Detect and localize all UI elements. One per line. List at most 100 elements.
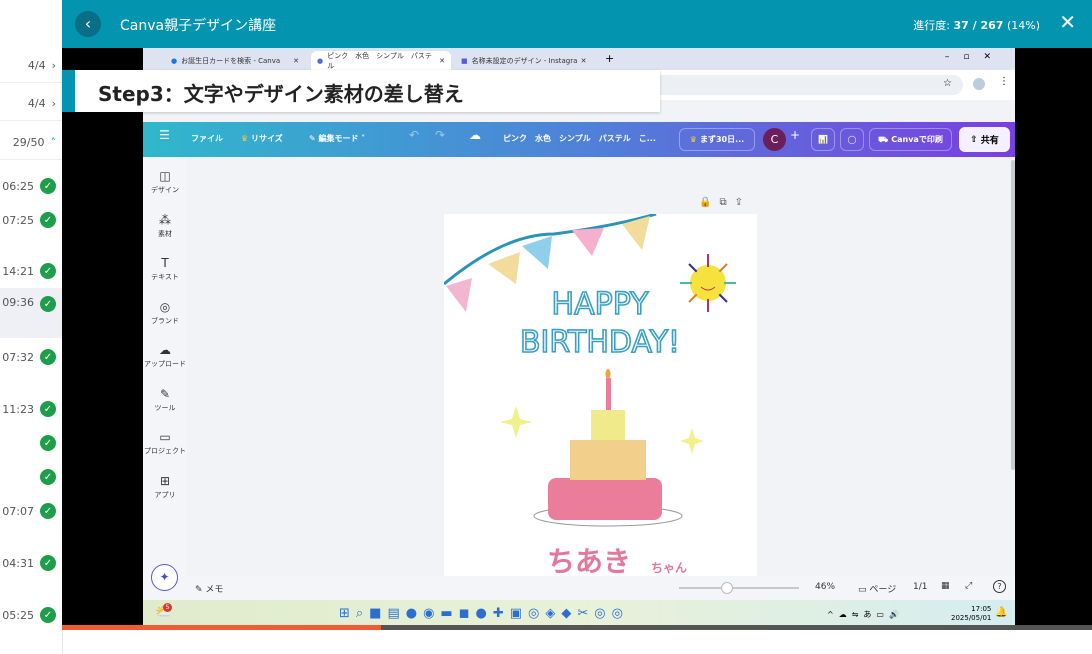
truck-icon: ⛟ xyxy=(878,134,889,144)
check-icon: ✓ xyxy=(40,296,56,312)
card-name: ちあき xyxy=(547,545,631,576)
panel-label: 素材 xyxy=(158,229,172,238)
help-icon[interactable]: ? xyxy=(993,580,1006,593)
zoom-level[interactable]: 46% xyxy=(815,582,835,592)
panel-label: プロジェクト xyxy=(144,447,186,455)
lesson-row[interactable]: ✓ xyxy=(0,426,62,460)
check-icon: ✓ xyxy=(40,212,56,228)
section-row[interactable]: 29/50 ˄ xyxy=(0,126,62,160)
panel-icon: ▭ xyxy=(159,430,171,444)
pennant xyxy=(522,236,552,269)
browser-tabbar: ● お誕生日カードを検索 - Canva ✕ ● ピンク 水色 シンプル パステル ✕ … xyxy=(143,48,1015,70)
browser-tab-active[interactable]: ● ピンク 水色 シンプル パステル ✕ xyxy=(311,51,451,70)
add-collaborator-icon[interactable]: + xyxy=(790,128,800,142)
chevron-right-icon: › xyxy=(51,97,56,110)
lesson-duration: 09:36 xyxy=(2,296,34,309)
profile-avatar[interactable] xyxy=(973,78,985,90)
edit-mode-button[interactable]: ✎ 編集モード ˅ xyxy=(309,133,365,144)
pennant xyxy=(488,252,520,284)
file-menu[interactable]: ファイル xyxy=(191,133,223,144)
system-tray[interactable]: ^☁⇋あ▭🔊 xyxy=(827,609,904,620)
page-count: 1/1 xyxy=(913,582,928,592)
lesson-row[interactable]: 05:25 ✓ xyxy=(0,598,62,632)
zoom-slider[interactable] xyxy=(679,582,799,594)
check-icon: ✓ xyxy=(40,607,56,623)
close-button[interactable]: ✕ xyxy=(1059,10,1076,34)
taskbar-apps[interactable]: ⊞⌕■▤●◉▬◼●✚▣◎◈◆✂◎◎ xyxy=(339,606,629,621)
lesson-duration: 04:31 xyxy=(2,556,34,570)
lesson-row[interactable]: 07:07 ✓ xyxy=(0,494,62,528)
panel-item[interactable]: ☁ アップロード xyxy=(143,343,187,369)
section-count: 4/4 xyxy=(27,97,46,110)
browser-tab[interactable]: ● お誕生日カードを検索 - Canva ✕ xyxy=(165,51,305,70)
panel-label: デザイン xyxy=(151,186,179,194)
sun-icon xyxy=(680,254,736,312)
window-controls[interactable]: –▫✕ xyxy=(945,52,1005,62)
check-icon: ✓ xyxy=(40,555,56,571)
analytics-icon[interactable]: 📊 xyxy=(811,128,835,151)
star-icon[interactable]: ☆ xyxy=(943,78,952,89)
scrollbar[interactable] xyxy=(1011,160,1015,470)
panel-icon: ☁ xyxy=(159,343,171,357)
page-tools[interactable]: 🔒⧉⇪ xyxy=(699,197,751,208)
browser-tab[interactable]: ■ 名称未設定のデザイン - Instagram ✕ xyxy=(455,51,600,70)
design-title[interactable]: ピンク 水色 シンプル パステル こ... xyxy=(503,133,656,144)
panel-item[interactable]: ⊞ アプリ xyxy=(143,474,187,500)
share-button[interactable]: ⇧ 共有 xyxy=(959,127,1010,152)
panel-label: ツール xyxy=(154,403,176,412)
lesson-row[interactable]: ✓ xyxy=(0,460,62,494)
check-icon: ✓ xyxy=(40,263,56,279)
lesson-row[interactable]: 14:21 ✓ xyxy=(0,254,62,288)
panel-item[interactable]: T テキスト xyxy=(143,256,187,282)
trial-button[interactable]: ♛ まず30日... xyxy=(679,128,755,151)
print-button[interactable]: ⛟ Canvaで印刷 xyxy=(869,128,952,151)
lesson-row[interactable]: 06:25 ✓ xyxy=(0,169,62,203)
design-page[interactable]: HAPPY BIRTHDAY! ちあき ちゃん xyxy=(444,214,757,576)
lesson-duration: 06:25 xyxy=(2,179,34,193)
check-icon: ✓ xyxy=(40,469,56,485)
notes-button[interactable]: ✎ メモ xyxy=(195,582,223,595)
lesson-row[interactable]: 07:25 ✓ xyxy=(0,203,62,237)
grid-view-icon[interactable]: ▦ xyxy=(941,581,950,591)
canva-toolbar: ☰ ファイル ♛ リサイズ ✎ 編集モード ˅ ↶ ↷ ☁ ピンク 水色 シンプ… xyxy=(143,122,1015,157)
panel-label: アプリ xyxy=(154,490,176,499)
undo-icon[interactable]: ↶ xyxy=(409,128,419,142)
user-avatar[interactable]: C xyxy=(763,128,786,151)
hamburger-icon[interactable]: ☰ xyxy=(159,128,170,142)
redo-icon[interactable]: ↷ xyxy=(435,128,445,142)
pages-button[interactable]: ▭ ページ xyxy=(858,582,896,595)
check-icon: ✓ xyxy=(40,503,56,519)
lesson-row[interactable]: 04:31 ✓ xyxy=(0,546,62,580)
panel-item[interactable]: ⁂ 素材 xyxy=(143,213,187,239)
chevron-right-icon: › xyxy=(51,59,56,72)
lesson-duration: 11:23 xyxy=(2,402,34,416)
menu-icon[interactable]: ⋮ xyxy=(999,76,1009,87)
lesson-duration: 07:32 xyxy=(2,350,34,364)
resize-button[interactable]: ♛ リサイズ xyxy=(241,133,283,144)
video-progress-bar[interactable] xyxy=(62,625,1092,630)
new-tab-button[interactable]: + xyxy=(605,52,614,65)
panel-item[interactable]: ◫ デザイン xyxy=(143,169,187,195)
panel-item[interactable]: ▭ プロジェクト xyxy=(143,430,187,456)
clock[interactable]: 17:05 2025/05/01 xyxy=(951,605,991,623)
panel-item[interactable]: ✎ ツール xyxy=(143,387,187,413)
notification-bell-icon[interactable]: 🔔 xyxy=(995,607,1007,618)
cloud-save-icon[interactable]: ☁ xyxy=(469,128,481,142)
cake-illustration xyxy=(533,369,683,527)
panel-item[interactable]: ◎ ブランド xyxy=(143,300,187,326)
lesson-row[interactable]: 09:36 ✓ xyxy=(0,288,62,338)
back-button[interactable]: ‹ xyxy=(75,11,101,37)
section-row[interactable]: 4/4 › xyxy=(0,87,62,121)
check-icon: ✓ xyxy=(40,435,56,451)
magic-assistant-button[interactable]: ✦ xyxy=(151,564,178,591)
panel-icon: ⊞ xyxy=(159,473,171,488)
pennant xyxy=(446,278,472,312)
panel-icon: ◎ xyxy=(159,299,171,314)
section-row[interactable]: 4/4 › xyxy=(0,49,62,83)
fullscreen-icon[interactable]: ⤢ xyxy=(965,581,972,591)
lesson-row[interactable]: 11:23 ✓ xyxy=(0,392,62,426)
lesson-row[interactable]: 07:32 ✓ xyxy=(0,340,62,374)
canva-left-panel: ◫ デザイン ⁂ 素材 T テキスト ◎ ブランド ☁ アップロード ✎ ツール ▭ プロジェクト ⊞ アプリ… xyxy=(143,157,187,600)
comment-icon[interactable]: ◯ xyxy=(840,128,864,151)
panel-icon: ⁂ xyxy=(159,212,171,227)
